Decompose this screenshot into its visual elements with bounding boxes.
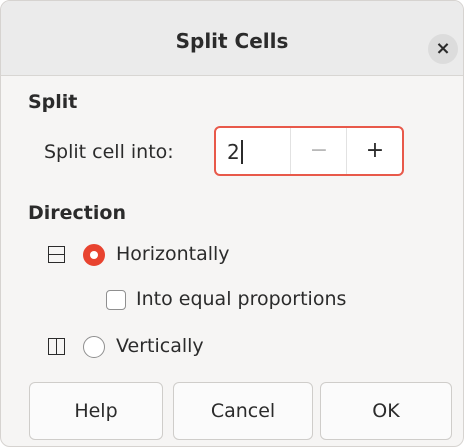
increment-button[interactable]: + — [346, 128, 403, 174]
vertically-label[interactable]: Vertically — [116, 335, 204, 357]
ok-button[interactable]: OK — [320, 382, 452, 440]
split-count-input[interactable]: 2 — [227, 140, 240, 164]
dialog-title: Split Cells — [175, 29, 289, 53]
direction-section-heading: Direction — [28, 202, 126, 224]
split-cells-dialog: Split Cells × Split Split cell into: 2 −… — [0, 0, 464, 447]
split-count-spinbox[interactable]: 2 − + — [214, 126, 404, 176]
close-icon: × — [435, 38, 451, 59]
title-bar: Split Cells × — [1, 1, 463, 76]
equal-proportions-label[interactable]: Into equal proportions — [136, 288, 346, 310]
close-button[interactable]: × — [428, 34, 458, 64]
minus-icon: − — [309, 138, 329, 163]
decrement-button[interactable]: − — [290, 128, 347, 174]
cancel-button[interactable]: Cancel — [173, 382, 313, 440]
vertical-split-icon — [48, 338, 65, 355]
horizontally-radio[interactable] — [83, 244, 105, 266]
vertically-radio[interactable] — [83, 336, 105, 358]
split-section-heading: Split — [28, 91, 78, 113]
split-cell-into-label: Split cell into: — [44, 141, 174, 163]
horizontally-label[interactable]: Horizontally — [116, 243, 230, 265]
equal-proportions-checkbox[interactable] — [106, 290, 126, 310]
help-button[interactable]: Help — [29, 382, 163, 440]
text-caret — [241, 140, 243, 164]
horizontal-split-icon — [48, 246, 65, 263]
plus-icon: + — [365, 138, 385, 163]
